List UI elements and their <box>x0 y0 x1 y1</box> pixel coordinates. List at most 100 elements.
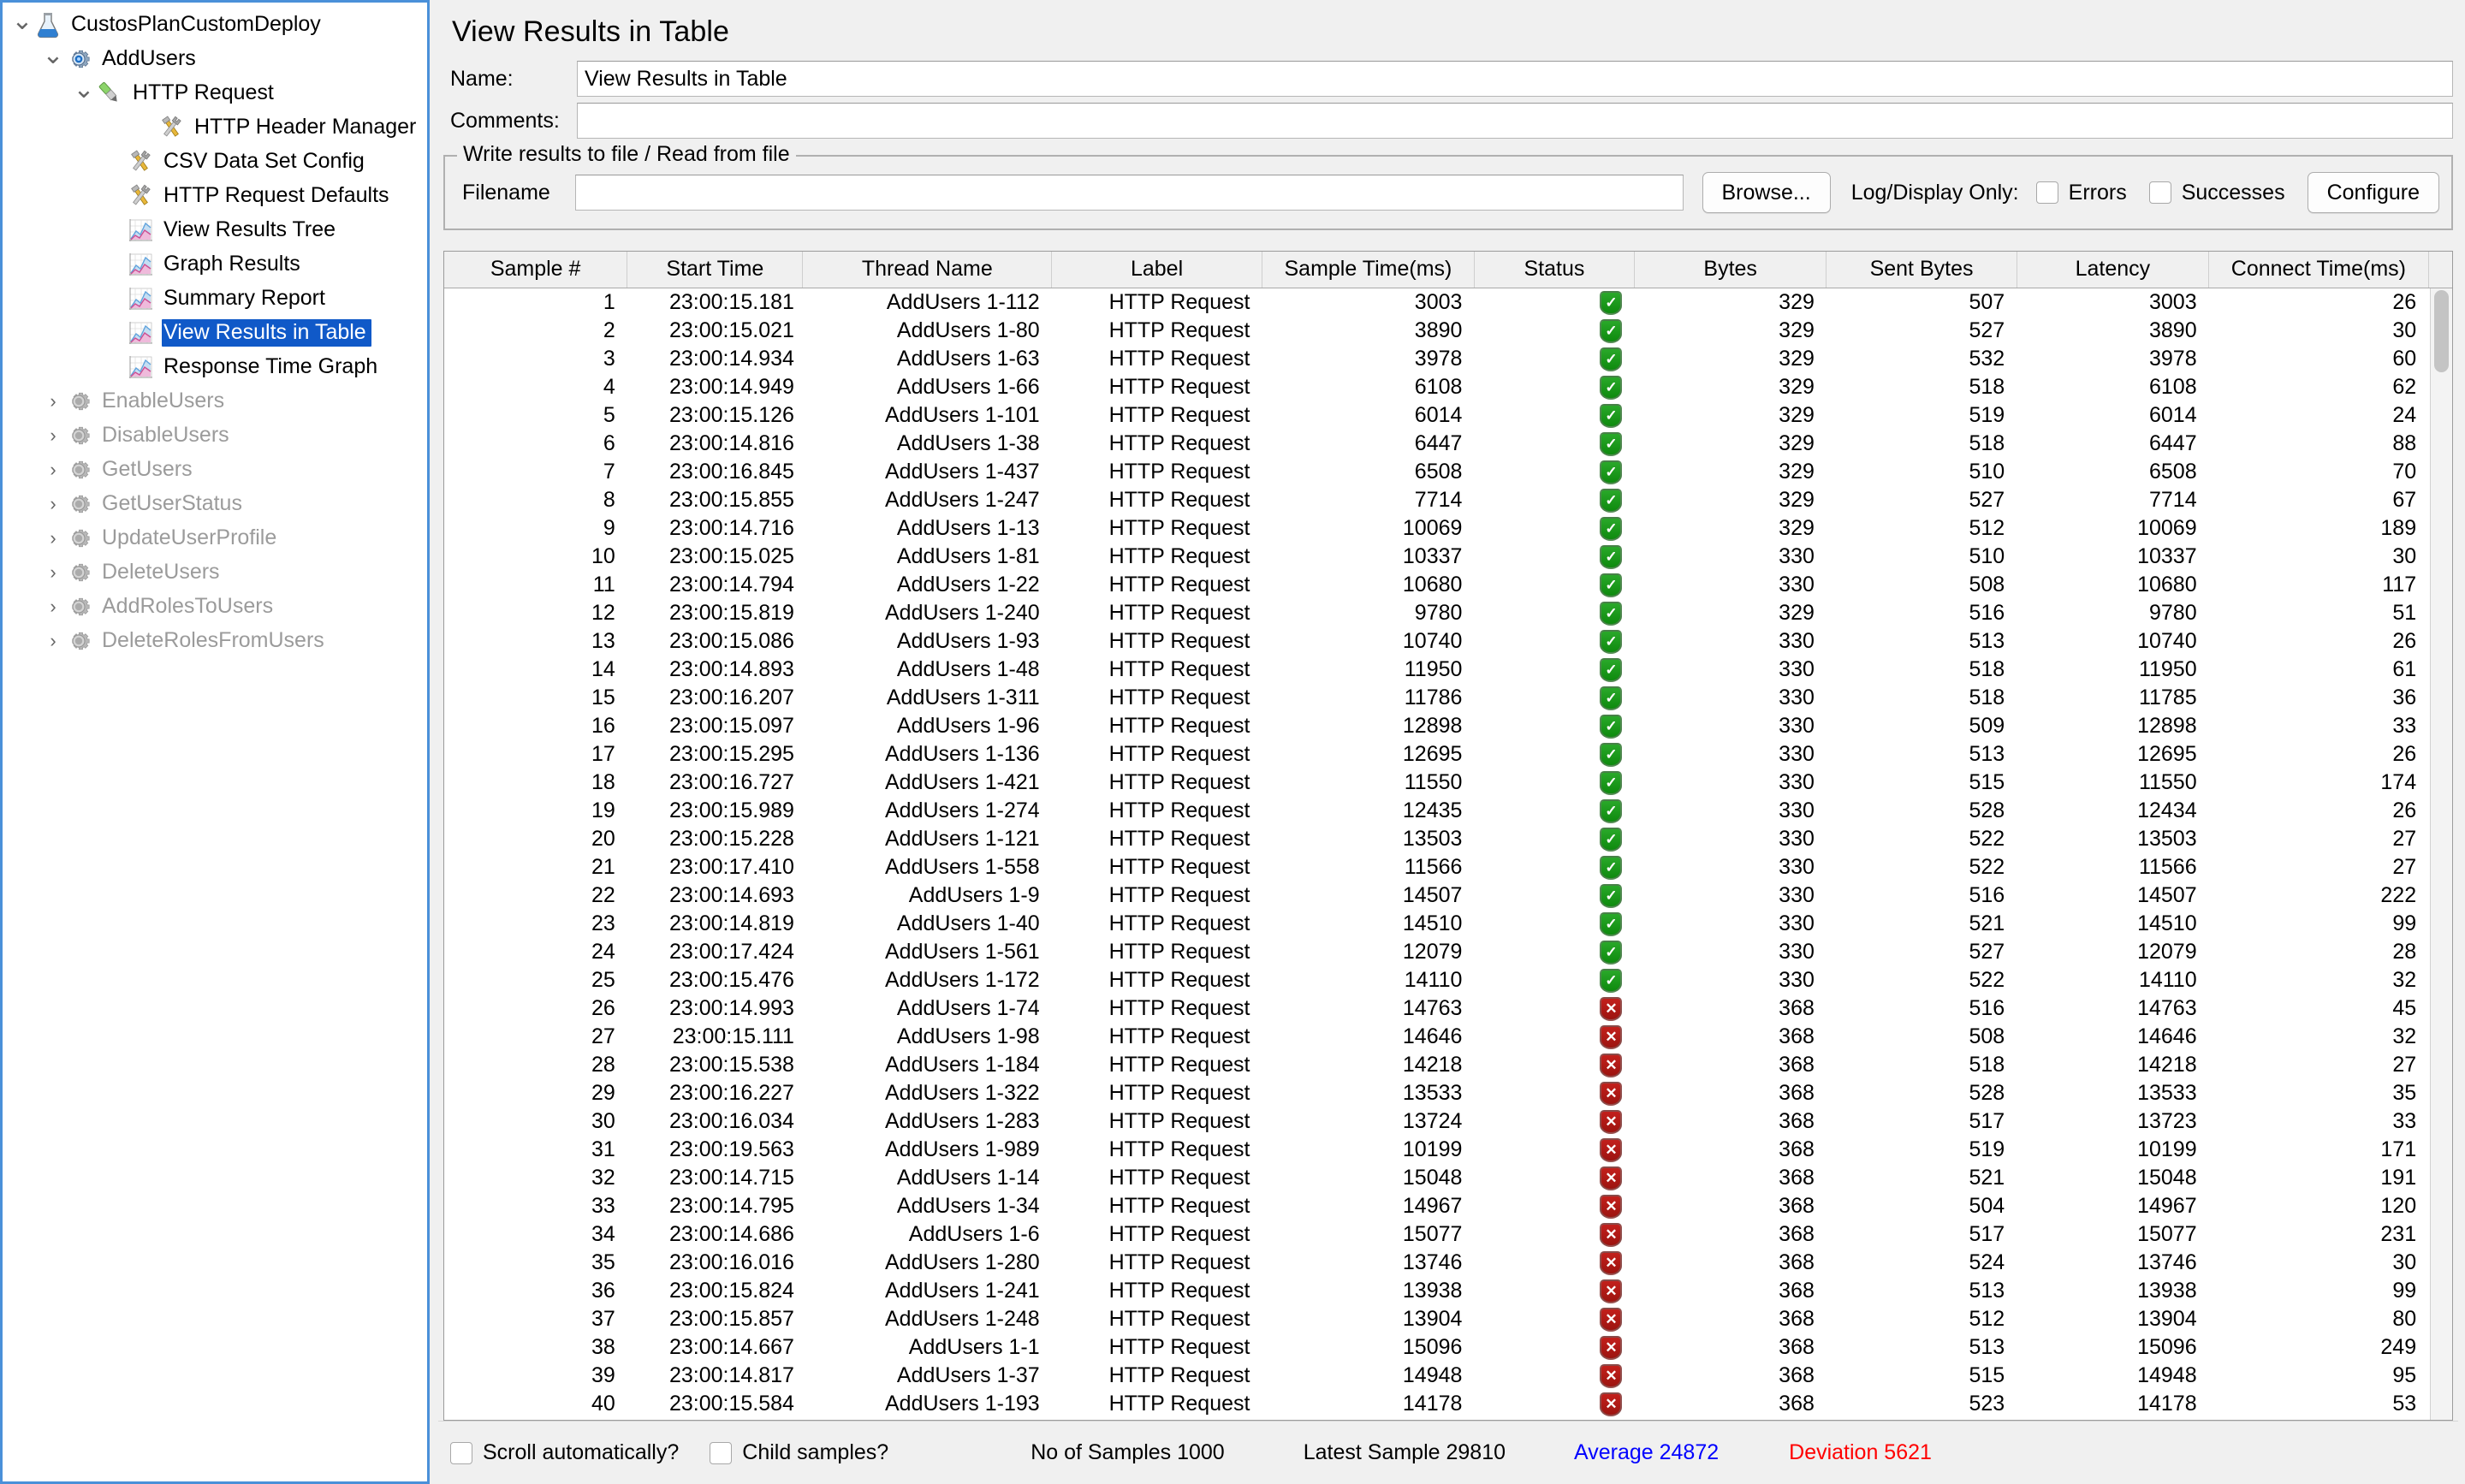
table-row[interactable]: 2223:00:14.693AddUsers 1-9HTTP Request14… <box>444 881 2452 910</box>
table-row[interactable]: 623:00:14.816AddUsers 1-38HTTP Request64… <box>444 430 2452 458</box>
table-row[interactable]: 1923:00:15.989AddUsers 1-274HTTP Request… <box>444 797 2452 825</box>
table-row[interactable]: 2523:00:15.476AddUsers 1-172HTTP Request… <box>444 966 2452 994</box>
table-row[interactable]: 2823:00:15.538AddUsers 1-184HTTP Request… <box>444 1051 2452 1079</box>
tree-item-graph-results[interactable]: Graph Results <box>3 247 427 282</box>
chevron-right-icon[interactable]: › <box>42 563 64 582</box>
table-row[interactable]: 123:00:15.181AddUsers 1-112HTTP Request3… <box>444 288 2452 317</box>
tree-item-deleteusers[interactable]: ›DeleteUsers <box>3 555 427 590</box>
table-row[interactable]: 3823:00:14.667AddUsers 1-1HTTP Request15… <box>444 1333 2452 1362</box>
column-header-start-time[interactable]: Start Time <box>627 252 803 288</box>
scroll-automatically-checkbox[interactable]: Scroll automatically? <box>450 1440 679 1465</box>
table-row[interactable]: 2123:00:17.410AddUsers 1-558HTTP Request… <box>444 853 2452 881</box>
tree-item-disableusers[interactable]: ›DisableUsers <box>3 418 427 453</box>
column-header-sample-time-ms[interactable]: Sample Time(ms) <box>1262 252 1474 288</box>
column-header-latency[interactable]: Latency <box>2017 252 2208 288</box>
name-input[interactable]: View Results in Table <box>577 61 2453 97</box>
tree-item-csv-data-set-config[interactable]: CSV Data Set Config <box>3 145 427 179</box>
scroll-automatically-checkbox-box[interactable] <box>450 1442 472 1464</box>
chevron-right-icon[interactable]: › <box>42 495 64 513</box>
tree-item-view-results-in-table[interactable]: View Results in Table <box>3 316 427 350</box>
table-row[interactable]: 723:00:16.845AddUsers 1-437HTTP Request6… <box>444 458 2452 486</box>
chevron-right-icon[interactable]: › <box>42 460 64 479</box>
chevron-down-icon[interactable]: ⌄ <box>73 83 95 104</box>
table-row[interactable]: 3623:00:15.824AddUsers 1-241HTTP Request… <box>444 1277 2452 1305</box>
table-row[interactable]: 1423:00:14.893AddUsers 1-48HTTP Request1… <box>444 656 2452 684</box>
table-row[interactable]: 323:00:14.934AddUsers 1-63HTTP Request39… <box>444 345 2452 373</box>
table-row[interactable]: 523:00:15.126AddUsers 1-101HTTP Request6… <box>444 401 2452 430</box>
cell-latency: 10199 <box>2017 1136 2208 1164</box>
tree-item-http-header-manager[interactable]: HTTP Header Manager <box>3 110 427 145</box>
column-header-status[interactable]: Status <box>1474 252 1634 288</box>
tree-item-summary-report[interactable]: Summary Report <box>3 282 427 316</box>
comments-input[interactable] <box>577 103 2453 139</box>
table-row[interactable]: 4123:00:14.684AddUsers 1-10HTTP Request1… <box>444 1418 2452 1421</box>
successes-checkbox-box[interactable] <box>2149 181 2171 204</box>
column-header-label[interactable]: Label <box>1052 252 1262 288</box>
table-row[interactable]: 823:00:15.855AddUsers 1-247HTTP Request7… <box>444 486 2452 514</box>
chevron-right-icon[interactable]: › <box>42 392 64 411</box>
tree-item-addusers[interactable]: ⌄AddUsers <box>3 42 427 76</box>
tree-item-getusers[interactable]: ›GetUsers <box>3 453 427 487</box>
tree-item-deleterolesfromusers[interactable]: ›DeleteRolesFromUsers <box>3 624 427 658</box>
column-header-thread-name[interactable]: Thread Name <box>803 252 1052 288</box>
column-header-bytes[interactable]: Bytes <box>1634 252 1826 288</box>
table-row[interactable]: 1523:00:16.207AddUsers 1-311HTTP Request… <box>444 684 2452 712</box>
table-row[interactable]: 3323:00:14.795AddUsers 1-34HTTP Request1… <box>444 1192 2452 1220</box>
tree-item-updateuserprofile[interactable]: ›UpdateUserProfile <box>3 521 427 555</box>
chevron-right-icon[interactable]: › <box>42 426 64 445</box>
tree-item-http-request-defaults[interactable]: HTTP Request Defaults <box>3 179 427 213</box>
table-row[interactable]: 3223:00:14.715AddUsers 1-14HTTP Request1… <box>444 1164 2452 1192</box>
table-row[interactable]: 1623:00:15.097AddUsers 1-96HTTP Request1… <box>444 712 2452 740</box>
table-row[interactable]: 3023:00:16.034AddUsers 1-283HTTP Request… <box>444 1107 2452 1136</box>
tree-item-addrolestousers[interactable]: ›AddRolesToUsers <box>3 590 427 624</box>
table-row[interactable]: 1323:00:15.086AddUsers 1-93HTTP Request1… <box>444 627 2452 656</box>
successes-checkbox[interactable]: Successes <box>2149 181 2285 205</box>
table-row[interactable]: 2423:00:17.424AddUsers 1-561HTTP Request… <box>444 938 2452 966</box>
tree-item-enableusers[interactable]: ›EnableUsers <box>3 384 427 418</box>
configure-button[interactable]: Configure <box>2308 172 2439 213</box>
table-row[interactable]: 3923:00:14.817AddUsers 1-37HTTP Request1… <box>444 1362 2452 1390</box>
child-samples-checkbox[interactable]: Child samples? <box>710 1440 888 1465</box>
results-table-scrollbar[interactable] <box>2430 288 2452 1420</box>
table-row[interactable]: 223:00:15.021AddUsers 1-80HTTP Request38… <box>444 317 2452 345</box>
chevron-right-icon[interactable]: › <box>42 632 64 650</box>
table-row[interactable]: 2723:00:15.111AddUsers 1-98HTTP Request1… <box>444 1023 2452 1051</box>
tree-item-view-results-tree[interactable]: View Results Tree <box>3 213 427 247</box>
table-row[interactable]: 4023:00:15.584AddUsers 1-193HTTP Request… <box>444 1390 2452 1418</box>
table-row[interactable]: 1123:00:14.794AddUsers 1-22HTTP Request1… <box>444 571 2452 599</box>
errors-checkbox-box[interactable] <box>2036 181 2058 204</box>
table-row[interactable]: 2623:00:14.993AddUsers 1-74HTTP Request1… <box>444 994 2452 1023</box>
chevron-right-icon[interactable]: › <box>42 529 64 548</box>
table-row[interactable]: 2923:00:16.227AddUsers 1-322HTTP Request… <box>444 1079 2452 1107</box>
table-row[interactable]: 923:00:14.716AddUsers 1-13HTTP Request10… <box>444 514 2452 543</box>
chevron-down-icon[interactable]: ⌄ <box>42 49 64 70</box>
results-table-scrollbar-thumb[interactable] <box>2434 290 2449 372</box>
table-row[interactable]: 2023:00:15.228AddUsers 1-121HTTP Request… <box>444 825 2452 853</box>
results-table[interactable]: Sample #Start TimeThread NameLabelSample… <box>444 252 2452 1420</box>
table-row[interactable]: 2323:00:14.819AddUsers 1-40HTTP Request1… <box>444 910 2452 938</box>
table-row[interactable]: 3523:00:16.016AddUsers 1-280HTTP Request… <box>444 1249 2452 1277</box>
table-row[interactable]: 3123:00:19.563AddUsers 1-989HTTP Request… <box>444 1136 2452 1164</box>
tree-item-getuserstatus[interactable]: ›GetUserStatus <box>3 487 427 521</box>
table-row[interactable]: 3423:00:14.686AddUsers 1-6HTTP Request15… <box>444 1220 2452 1249</box>
child-samples-checkbox-box[interactable] <box>710 1442 732 1464</box>
table-row[interactable]: 1223:00:15.819AddUsers 1-240HTTP Request… <box>444 599 2452 627</box>
column-header-connect-time-ms[interactable]: Connect Time(ms) <box>2209 252 2429 288</box>
chevron-right-icon[interactable]: › <box>42 597 64 616</box>
filename-input[interactable] <box>575 175 1684 211</box>
tree-item-http-request[interactable]: ⌄HTTP Request <box>3 76 427 110</box>
table-row[interactable]: 1023:00:15.025AddUsers 1-81HTTP Request1… <box>444 543 2452 571</box>
latest-sample: Latest Sample 29810 <box>1304 1440 1506 1465</box>
test-plan-tree[interactable]: ⌄CustosPlanCustomDeploy⌄AddUsers⌄HTTP Re… <box>3 3 427 658</box>
column-header-sent-bytes[interactable]: Sent Bytes <box>1826 252 2017 288</box>
tree-item-custosplancustomdeploy[interactable]: ⌄CustosPlanCustomDeploy <box>3 8 427 42</box>
errors-checkbox[interactable]: Errors <box>2036 181 2127 205</box>
chevron-down-icon[interactable]: ⌄ <box>11 15 33 36</box>
table-row[interactable]: 3723:00:15.857AddUsers 1-248HTTP Request… <box>444 1305 2452 1333</box>
table-row[interactable]: 1823:00:16.727AddUsers 1-421HTTP Request… <box>444 769 2452 797</box>
column-header-sample[interactable]: Sample # <box>444 252 627 288</box>
table-row[interactable]: 1723:00:15.295AddUsers 1-136HTTP Request… <box>444 740 2452 769</box>
table-row[interactable]: 423:00:14.949AddUsers 1-66HTTP Request61… <box>444 373 2452 401</box>
browse-button[interactable]: Browse... <box>1702 172 1831 213</box>
tree-item-response-time-graph[interactable]: Response Time Graph <box>3 350 427 384</box>
